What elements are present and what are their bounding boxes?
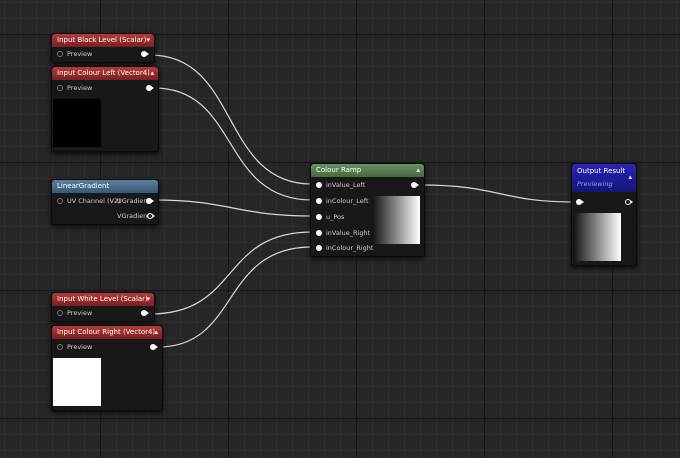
preview-input-pin[interactable]: [57, 51, 63, 57]
chevron-up-icon[interactable]: ▴: [416, 164, 420, 177]
preview-label: Preview: [67, 309, 93, 317]
wire-black-to-invalue-left: [149, 54, 313, 185]
node-title: Output Result: [577, 167, 626, 175]
chevron-down-icon[interactable]: ▾: [146, 34, 150, 47]
incolour-right-input-pin[interactable]: [316, 245, 322, 251]
node-title: Input White Level (Scalar): [57, 295, 148, 303]
wire-colourleft-to-incolour-left: [153, 87, 313, 201]
uv-channel-input-pin[interactable]: [57, 198, 63, 204]
node-colour-ramp[interactable]: Colour Ramp ▴ inValue_Left inColour_Left…: [310, 163, 425, 257]
invalue-right-label: inValue_Right: [326, 229, 371, 237]
result-output-pin[interactable]: [625, 199, 633, 205]
chevron-down-icon[interactable]: ▾: [146, 293, 150, 306]
node-linear-gradient[interactable]: LinearGradient UV Channel (V2) UGradient…: [51, 179, 159, 225]
node-header[interactable]: Input Colour Right (Vector4) ▴: [52, 326, 162, 339]
ugradient-output-pin[interactable]: [146, 198, 154, 204]
preview-label: Preview: [67, 50, 93, 58]
node-title: Colour Ramp: [316, 166, 362, 174]
node-title: Input Black Level (Scalar): [57, 36, 147, 44]
node-input-colour-left[interactable]: Input Colour Left (Vector4) ▴ Preview: [51, 66, 159, 152]
colour-output-pin[interactable]: [146, 85, 154, 91]
node-input-colour-right[interactable]: Input Colour Right (Vector4) ▴ Preview: [51, 325, 163, 411]
uv-channel-label: UV Channel (V2): [67, 197, 121, 205]
wire-ugradient-to-upos: [153, 199, 313, 217]
colour-output-pin[interactable]: [150, 344, 158, 350]
node-title: LinearGradient: [57, 182, 110, 190]
wire-colourright-to-incolour-right: [157, 246, 313, 348]
invalue-left-label: inValue_Left: [326, 181, 366, 189]
preview-input-pin[interactable]: [57, 310, 63, 316]
result-output-pin[interactable]: [411, 182, 419, 188]
node-input-black-level[interactable]: Input Black Level (Scalar) ▾ Preview: [51, 33, 155, 63]
preview-label: Preview: [67, 84, 93, 92]
node-input-white-level[interactable]: Input White Level (Scalar) ▾ Preview: [51, 292, 155, 322]
node-header[interactable]: Input White Level (Scalar) ▾: [52, 293, 154, 306]
node-title: Input Colour Left (Vector4): [57, 69, 150, 77]
chevron-up-icon[interactable]: ▴: [628, 171, 632, 184]
chevron-up-icon[interactable]: ▴: [150, 67, 154, 80]
node-header[interactable]: Input Black Level (Scalar) ▾: [52, 34, 154, 47]
value-output-pin[interactable]: [141, 310, 149, 316]
preview-label: Preview: [67, 343, 93, 351]
preview-input-pin[interactable]: [57, 85, 63, 91]
vgradient-label: VGradient: [117, 212, 150, 220]
wire-ramp-to-output: [419, 184, 575, 203]
wire-white-to-invalue-right: [149, 231, 313, 315]
upos-input-pin[interactable]: [316, 214, 322, 220]
node-title: Input Colour Right (Vector4): [57, 328, 156, 336]
result-input-pin[interactable]: [576, 199, 584, 205]
node-header[interactable]: LinearGradient: [52, 180, 158, 193]
colour-preview-thumbnail: [53, 358, 101, 406]
incolour-left-input-pin[interactable]: [316, 198, 322, 204]
node-output-result[interactable]: Output Result Previewing ▴: [571, 163, 637, 266]
node-header[interactable]: Colour Ramp ▴: [311, 164, 424, 177]
invalue-left-input-pin[interactable]: [316, 182, 322, 188]
colour-preview-thumbnail: [53, 99, 101, 147]
value-output-pin[interactable]: [141, 51, 149, 57]
node-header[interactable]: Output Result Previewing ▴: [572, 164, 636, 192]
incolour-right-label: inColour_Right: [326, 244, 374, 252]
vgradient-output-pin[interactable]: [147, 213, 155, 219]
node-header[interactable]: Input Colour Left (Vector4) ▴: [52, 67, 158, 80]
upos-label: u_Pos: [326, 213, 345, 221]
ramp-preview-thumbnail: [372, 196, 420, 244]
preview-input-pin[interactable]: [57, 344, 63, 350]
previewing-status: Previewing: [577, 180, 613, 188]
chevron-up-icon[interactable]: ▴: [154, 326, 158, 339]
output-preview-thumbnail: [573, 213, 621, 261]
invalue-right-input-pin[interactable]: [316, 230, 322, 236]
incolour-left-label: inColour_Left: [326, 197, 369, 205]
